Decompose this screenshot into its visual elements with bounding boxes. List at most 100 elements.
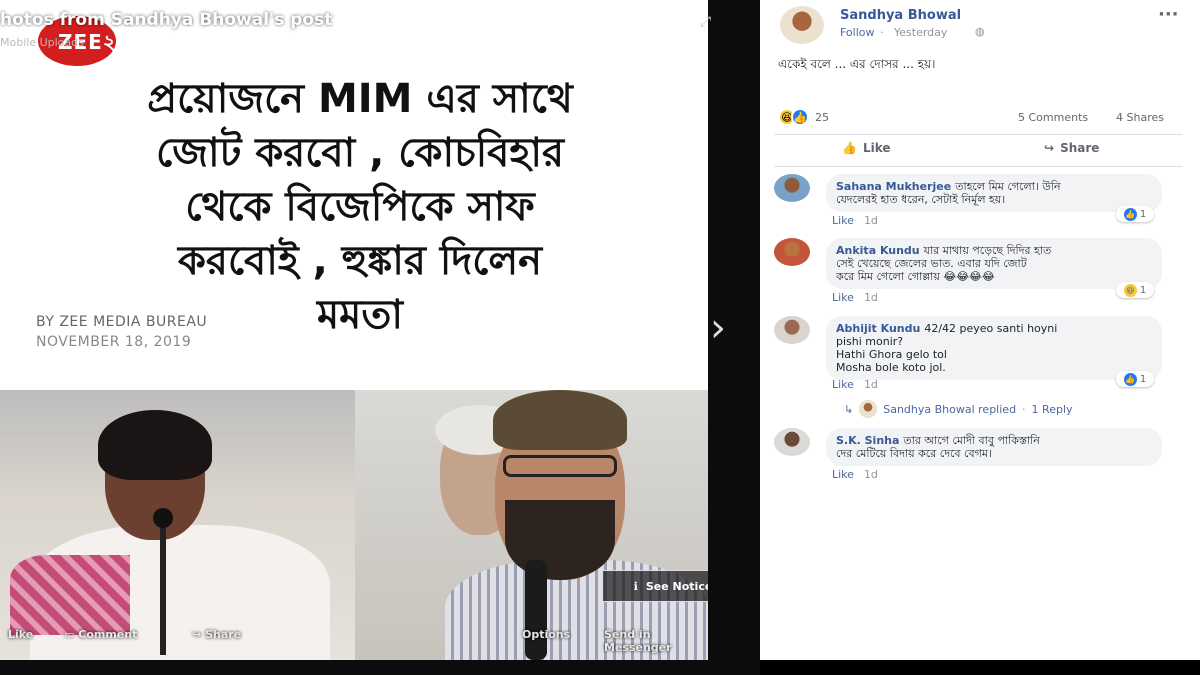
reply-separator: · xyxy=(1022,402,1026,416)
view-replies-link[interactable]: ↳ Sandhya Bhowal replied · 1 Reply xyxy=(844,400,1073,418)
share-arrow-icon: ↪ xyxy=(1044,141,1055,155)
audience-icon: ◍ xyxy=(975,25,985,38)
comment-reaction-count: 1 xyxy=(1139,373,1147,385)
thumbs-up-icon: 👍 xyxy=(842,141,857,155)
send-in-messenger-label: Send in Messenger xyxy=(604,628,672,654)
comment-meta: Like 1d xyxy=(832,291,878,304)
commenter-avatar[interactable] xyxy=(774,428,810,456)
viewer-comment-label: Comment xyxy=(78,628,138,641)
comment-text-line: 42/42 peyeo santi hoyni xyxy=(924,322,1058,335)
figure-beard xyxy=(505,500,615,580)
comment-text-line: দের মেটিয়ে বিদায় করে দেবে বেগম। xyxy=(836,447,992,460)
post-timestamp[interactable]: Yesterday xyxy=(894,26,947,39)
viewer-subtitle[interactable]: Mobile Uploads xyxy=(0,36,84,49)
see-notice-button[interactable]: ℹ See Notice xyxy=(602,570,708,602)
share-button-label: Share xyxy=(1060,141,1100,155)
article-headline: প্রয়োজনে MIM এর সাথে জোট করবো , কোচবিহা… xyxy=(40,72,680,342)
like-reaction-icon: 👍 xyxy=(1123,207,1137,221)
comment-like-link[interactable]: Like xyxy=(832,378,854,391)
follow-link[interactable]: Follow xyxy=(840,26,875,39)
reply-count: 1 Reply xyxy=(1031,402,1073,416)
headline-line: জোট করবো , কোচবিহার xyxy=(155,130,565,176)
comment-reaction-badge[interactable]: 👍 1 xyxy=(1116,206,1154,222)
reply-arrow-icon: ↳ xyxy=(844,402,854,416)
comment-time[interactable]: 1d xyxy=(864,291,878,304)
comment-time[interactable]: 1d xyxy=(864,468,878,481)
commenter-avatar[interactable] xyxy=(774,174,810,202)
screenshot-root: ZEE২৪ ঘণ্টা hotos from Sandhya Bhowal's … xyxy=(0,0,1200,675)
comment-time[interactable]: 1d xyxy=(864,378,878,391)
commenter-name[interactable]: S.K. Sinha xyxy=(836,434,899,447)
send-in-messenger-button[interactable]: Send in Messenger xyxy=(604,628,708,654)
comment-bubble: Ankita Kundu যার মাথায় পড়েছে দিদির হাত … xyxy=(826,238,1162,289)
comment-reaction-count: 1 xyxy=(1139,284,1147,296)
comment-text-line: Hathi Ghora gelo tol xyxy=(836,348,947,361)
meta-separator: · xyxy=(880,26,884,39)
comment-text-line: pishi monir? xyxy=(836,335,904,348)
shares-count-link[interactable]: 4 Shares xyxy=(1116,111,1164,124)
figure-cap xyxy=(493,390,627,450)
comment-text-line: করে মিম গেলো গোল্লায় 😂😂😂😂 xyxy=(836,270,995,283)
comment-reaction-badge[interactable]: 😆 1 xyxy=(1116,282,1154,298)
like-button[interactable]: 👍 Like xyxy=(842,141,891,155)
headline-line: থেকে বিজেপিকে সাফ xyxy=(185,184,535,230)
info-icon: ℹ xyxy=(633,579,638,593)
next-photo-arrow-icon[interactable]: › xyxy=(710,305,750,355)
comment-reaction-count: 1 xyxy=(1139,208,1147,220)
more-options-icon[interactable]: ··· xyxy=(1158,4,1179,25)
comment-text-line: যেদলেরই হাত ধরেন, সেটাই নির্মূল হয়। xyxy=(836,193,1006,206)
viewer-share-button[interactable]: ↪ Share xyxy=(192,628,241,641)
viewer-action-bar: Like ▭ Comment ↪ Share Options Send in M… xyxy=(0,620,708,654)
comment-reaction-badge[interactable]: 👍 1 xyxy=(1116,371,1154,387)
post-panel: Sandhya Bhowal Follow · Yesterday ◍ ··· … xyxy=(760,0,1200,660)
viewer-comment-button[interactable]: ▭ Comment xyxy=(64,628,137,641)
author-avatar[interactable] xyxy=(780,6,824,44)
viewer-options-label: Options xyxy=(522,628,571,641)
commenter-name[interactable]: Sahana Mukherjee xyxy=(836,180,951,193)
comment-bubble: Sahana Mukherjee তাহলে মিম গেলো। উনি যেদল… xyxy=(826,174,1162,212)
comment-like-link[interactable]: Like xyxy=(832,468,854,481)
replied-label: Sandhya Bhowal replied xyxy=(883,402,1017,416)
comment-text-line: যার মাথায় পড়েছে দিদির হাত xyxy=(923,244,1052,257)
figure-hair xyxy=(98,410,212,480)
commenter-name[interactable]: Abhijit Kundu xyxy=(836,322,920,335)
expand-icon[interactable]: ⤢ xyxy=(700,14,711,30)
viewer-like-button[interactable]: Like xyxy=(8,628,33,641)
commenter-avatar[interactable] xyxy=(774,238,810,266)
comment-bubble: Abhijit Kundu 42/42 peyeo santi hoyni pis… xyxy=(826,316,1162,380)
comment-like-link[interactable]: Like xyxy=(832,291,854,304)
comment-text-line: তার আগে মোদী বাবু পাকিস্তানি xyxy=(903,434,1040,447)
headline-line: করবোই , হুঙ্কার দিলেন xyxy=(177,238,543,284)
reaction-count: 25 xyxy=(815,110,829,124)
comment-like-link[interactable]: Like xyxy=(832,214,854,227)
like-reaction-icon: 👍 xyxy=(1123,372,1137,386)
photo-viewer: ZEE২৪ ঘণ্টা hotos from Sandhya Bhowal's … xyxy=(0,0,760,675)
comments-count-link[interactable]: 5 Comments xyxy=(1018,111,1088,124)
byline: BY ZEE MEDIA BUREAU xyxy=(36,314,208,330)
comment-icon: ▭ xyxy=(64,628,75,641)
comment-text-line: সেই খেয়েছে জেলের ভাত. এবার যদি জোট xyxy=(836,257,1027,270)
headline-line: প্রয়োজনে MIM এর সাথে xyxy=(147,76,573,122)
share-button[interactable]: ↪ Share xyxy=(1044,141,1099,155)
viewer-share-label: Share xyxy=(205,628,242,641)
comment-time[interactable]: 1d xyxy=(864,214,878,227)
like-button-label: Like xyxy=(862,141,891,155)
reaction-summary[interactable]: 😆 👍 25 xyxy=(778,108,829,126)
microphone-head xyxy=(153,508,173,528)
comment-meta: Like 1d xyxy=(832,214,878,227)
commenter-name[interactable]: Ankita Kundu xyxy=(836,244,920,257)
divider xyxy=(774,166,1182,167)
author-name[interactable]: Sandhya Bhowal xyxy=(840,8,961,23)
comment-text-line: তাহলে মিম গেলো। উনি xyxy=(955,180,1061,193)
viewer-options-button[interactable]: Options xyxy=(522,628,570,641)
like-reaction-icon: 👍 xyxy=(791,108,809,126)
replier-avatar xyxy=(859,400,878,418)
post-text: একেই বলে ... এর দোসর ... হয়। xyxy=(778,57,936,71)
viewer-like-label: Like xyxy=(8,628,34,641)
share-icon: ↪ xyxy=(192,628,202,641)
commenter-avatar[interactable] xyxy=(774,316,810,344)
photo-image[interactable]: ZEE২৪ ঘণ্টা hotos from Sandhya Bhowal's … xyxy=(0,0,708,660)
comment-meta: Like 1d xyxy=(832,378,878,391)
divider xyxy=(774,134,1182,135)
viewer-title: hotos from Sandhya Bhowal's post xyxy=(0,10,333,30)
